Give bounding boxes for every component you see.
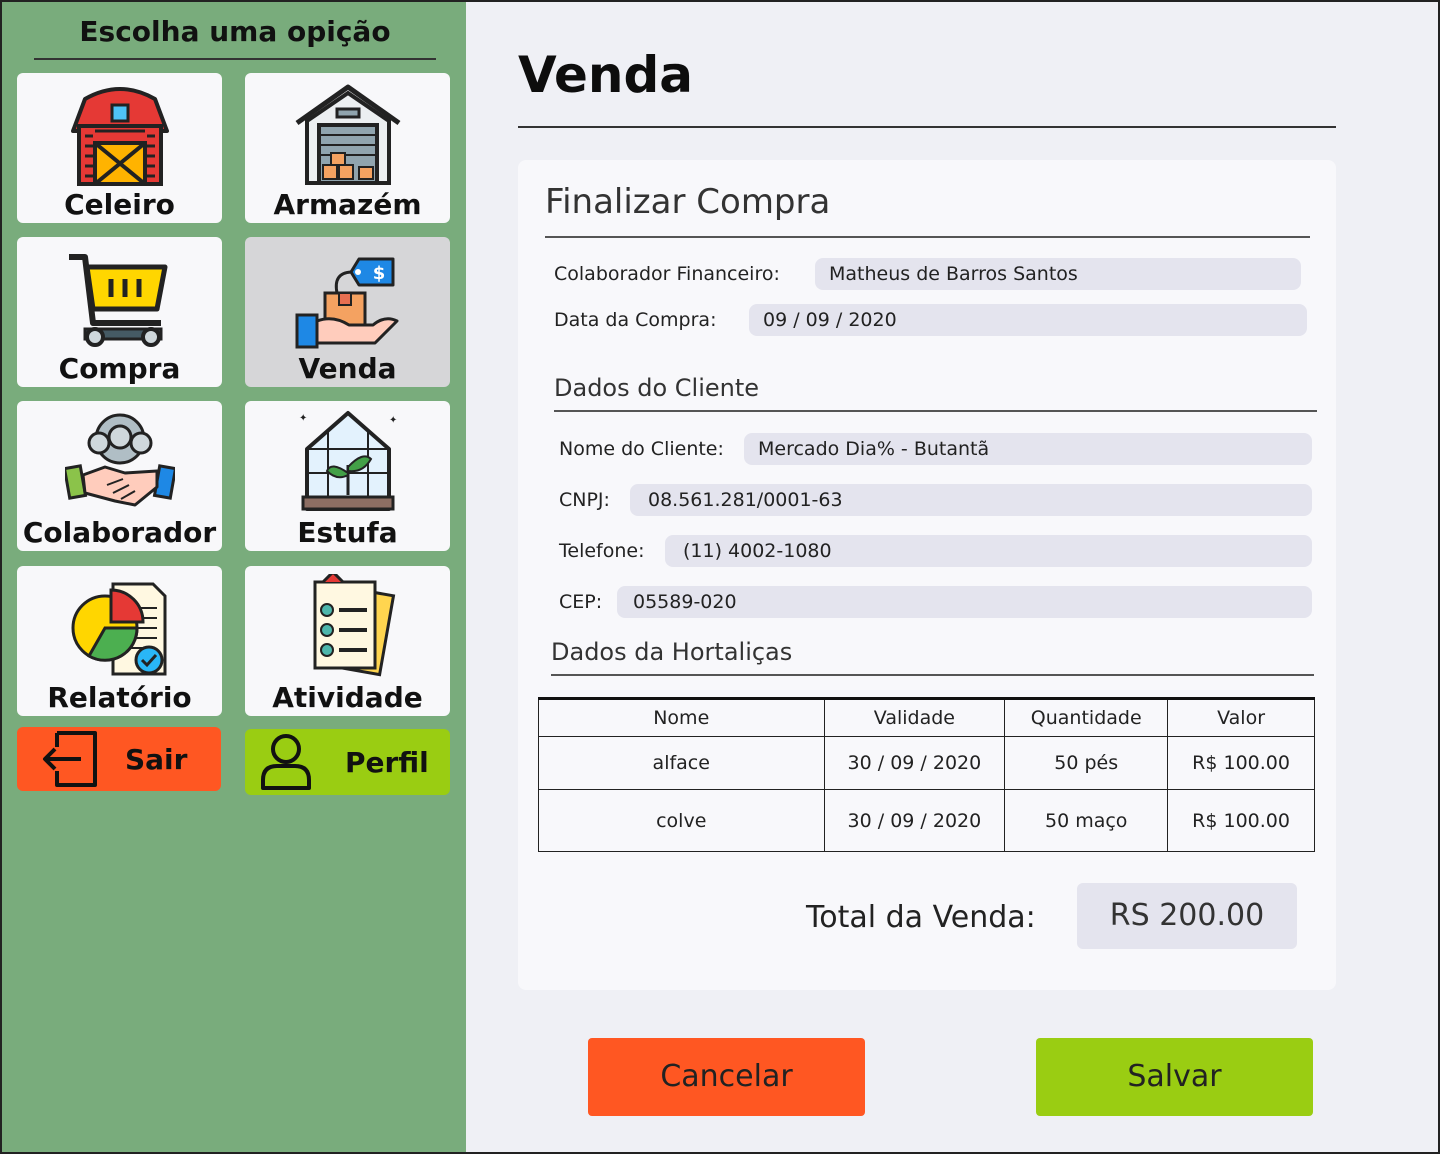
tile-label: Compra [58, 352, 181, 385]
exit-label: Sair [125, 742, 188, 776]
column-header-name: Nome [538, 698, 825, 737]
report-chart-icon [71, 582, 166, 676]
cell-validity: 30 / 09 / 2020 [823, 736, 1006, 790]
page-title: Venda [518, 46, 693, 104]
cell-value: R$ 100.00 [1167, 789, 1315, 852]
sidebar-item-armazem[interactable]: Armazém [245, 73, 450, 223]
vegetables-section-title: Dados da Hortaliças [551, 638, 793, 666]
sidebar-item-relatorio[interactable]: Relatório [17, 566, 222, 716]
phone-field[interactable]: (11) 4002-1080 [665, 535, 1312, 567]
cnpj-label: CNPJ: [559, 489, 610, 511]
tile-label: Atividade [272, 681, 423, 714]
cancel-button[interactable]: Cancelar [588, 1038, 865, 1116]
sale-hand-icon: $ [295, 257, 398, 349]
sidebar-item-atividade[interactable]: Atividade [245, 566, 450, 716]
cell-quantity: 50 pés [1004, 736, 1169, 790]
client-name-label: Nome do Cliente: [559, 438, 724, 460]
title-divider [518, 126, 1336, 128]
sidebar-item-compra[interactable]: Compra [17, 237, 222, 387]
client-name-field[interactable]: Mercado Dia% - Butantã [744, 433, 1312, 465]
vegetables-table: Nome Validade Quantidade Valor alface 30… [538, 697, 1315, 852]
greenhouse-icon: ✦ ✦ [299, 411, 397, 511]
sidebar-item-venda[interactable]: $ Venda [245, 237, 450, 387]
sidebar-item-celeiro[interactable]: Celeiro [17, 73, 222, 223]
barn-icon [70, 87, 169, 186]
sidebar: Escolha uma opição Celeiro Armazém Compr… [2, 2, 466, 1152]
card-title-divider [545, 236, 1310, 238]
user-icon [261, 734, 311, 790]
svg-text:✦: ✦ [389, 415, 397, 426]
sidebar-item-estufa[interactable]: ✦ ✦ Estufa [245, 401, 450, 551]
tile-label: Colaborador [22, 516, 217, 549]
cell-validity: 30 / 09 / 2020 [823, 789, 1006, 852]
sidebar-title: Escolha uma opição [34, 12, 436, 60]
phone-label: Telefone: [559, 540, 645, 562]
client-section-title: Dados do Cliente [554, 374, 760, 402]
sidebar-item-colaborador[interactable]: Colaborador [17, 401, 222, 551]
cep-field[interactable]: 05589-020 [617, 586, 1312, 618]
checkout-card: Finalizar Compra Colaborador Financeiro:… [518, 160, 1336, 990]
collaborator-field[interactable]: Matheus de Barros Santos [815, 258, 1301, 290]
vegetables-section-divider [551, 674, 1314, 676]
tile-label: Celeiro [64, 188, 175, 221]
table-row[interactable]: alface 30 / 09 / 2020 50 pés R$ 100.00 [538, 736, 1315, 790]
main-panel: Venda Finalizar Compra Colaborador Finan… [466, 2, 1438, 1152]
save-button[interactable]: Salvar [1036, 1038, 1313, 1116]
column-header-value: Valor [1167, 698, 1315, 737]
logout-icon [43, 731, 97, 787]
profile-button[interactable]: Perfil [245, 729, 450, 795]
table-header-row: Nome Validade Quantidade Valor [538, 698, 1315, 737]
tile-label: Armazém [273, 188, 422, 221]
svg-text:✦: ✦ [299, 413, 307, 424]
exit-button[interactable]: Sair [17, 727, 221, 791]
table-row[interactable]: colve 30 / 09 / 2020 50 maço R$ 100.00 [538, 789, 1315, 852]
cell-name: colve [538, 789, 825, 852]
card-title: Finalizar Compra [545, 182, 831, 222]
tile-label: Estufa [297, 516, 398, 549]
total-label: Total da Venda: [806, 900, 1036, 935]
collaborator-label: Colaborador Financeiro: [554, 263, 780, 285]
profile-label: Perfil [345, 745, 429, 779]
cell-quantity: 50 maço [1004, 789, 1169, 852]
shopping-cart-icon [68, 254, 167, 347]
svg-text:$: $ [372, 263, 385, 284]
column-header-validity: Validade [823, 698, 1006, 737]
client-section-divider [554, 410, 1317, 412]
cell-value: R$ 100.00 [1167, 736, 1315, 790]
tile-label: Venda [298, 352, 397, 385]
total-value: RS 200.00 [1077, 883, 1297, 949]
checklist-icon [313, 574, 395, 677]
warehouse-icon [295, 84, 400, 185]
app-window: Escolha uma opição Celeiro Armazém Compr… [0, 0, 1440, 1154]
handshake-team-icon [64, 413, 175, 507]
purchase-date-field[interactable]: 09 / 09 / 2020 [749, 304, 1307, 336]
tile-label: Relatório [47, 681, 192, 714]
cell-name: alface [538, 736, 825, 790]
cnpj-field[interactable]: 08.561.281/0001-63 [630, 484, 1312, 516]
column-header-quantity: Quantidade [1004, 698, 1169, 737]
date-label: Data da Compra: [554, 309, 717, 331]
cep-label: CEP: [559, 591, 603, 613]
